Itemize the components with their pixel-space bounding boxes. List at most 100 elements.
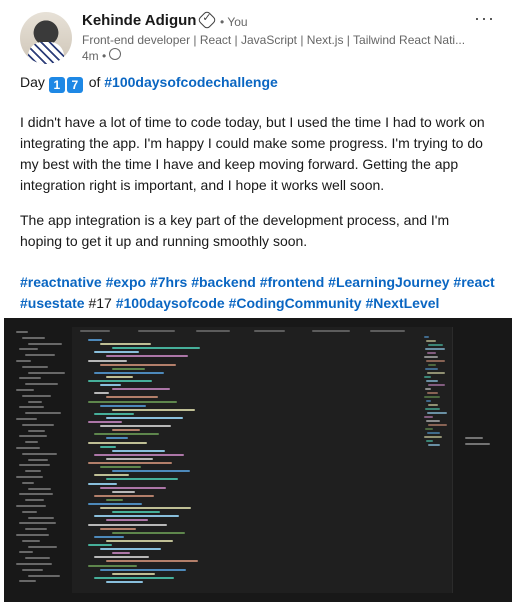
code-line — [16, 534, 49, 536]
code-line — [425, 368, 438, 370]
code-line — [28, 487, 51, 490]
hashtag[interactable]: #100daysofcode — [116, 295, 225, 311]
code-line — [19, 493, 53, 496]
author-name[interactable]: Kehinde Adigun — [82, 12, 196, 29]
code-line — [106, 560, 198, 563]
day-of: of — [88, 74, 101, 90]
globe-icon — [109, 48, 121, 60]
hashtag[interactable]: #frontend — [260, 274, 325, 290]
code-line — [25, 412, 61, 415]
code-line — [424, 416, 433, 418]
code-line — [196, 330, 230, 332]
code-editor-screenshot[interactable] — [4, 318, 512, 602]
code-line — [426, 360, 445, 362]
code-line — [100, 466, 141, 469]
editor-side-panel — [452, 327, 512, 593]
code-line — [94, 474, 129, 477]
code-line — [426, 420, 440, 422]
hashtag-100daysofcodechallenge[interactable]: #100daysofcodechallenge — [104, 74, 278, 90]
code-line — [426, 400, 431, 402]
code-line — [88, 339, 102, 341]
hashtag[interactable]: #NextLevel — [365, 295, 439, 311]
code-line — [428, 384, 445, 386]
code-line — [100, 507, 191, 510]
code-line — [426, 440, 433, 442]
code-line — [427, 412, 447, 414]
code-line — [427, 372, 445, 374]
code-line — [22, 481, 34, 484]
code-line — [106, 580, 143, 583]
code-line — [28, 429, 45, 432]
code-line — [106, 416, 183, 419]
hashtag[interactable]: #7hrs — [150, 274, 187, 290]
code-line — [88, 544, 112, 546]
code-line — [88, 380, 152, 382]
code-line — [22, 510, 37, 513]
author-avatar[interactable] — [20, 12, 72, 64]
code-line — [94, 412, 134, 415]
code-line — [19, 406, 44, 409]
day-line: Day 17 of #100daysofcodechallenge — [20, 72, 278, 93]
editor-status-bar — [4, 593, 512, 602]
hashtag[interactable]: #usestate — [20, 295, 85, 311]
code-line — [106, 375, 133, 378]
code-line — [94, 494, 154, 497]
code-line — [425, 348, 445, 350]
day-prefix: Day — [20, 74, 45, 90]
code-line — [428, 344, 443, 346]
hashtag[interactable]: #LearningJourney — [328, 274, 449, 290]
code-line — [112, 347, 200, 350]
code-line — [19, 580, 36, 583]
code-line — [88, 523, 167, 526]
code-line — [88, 359, 127, 362]
code-line — [106, 396, 158, 399]
code-line — [19, 348, 38, 351]
code-line — [427, 352, 436, 354]
code-line — [424, 376, 431, 378]
code-line — [426, 380, 438, 382]
code-line — [25, 528, 47, 531]
code-line — [25, 441, 38, 444]
code-line — [465, 443, 490, 445]
code-line — [16, 563, 52, 565]
hashtag[interactable]: #backend — [191, 274, 256, 290]
code-line — [16, 447, 40, 449]
plain-tag: #17 — [88, 295, 112, 311]
hashtag[interactable]: #expo — [106, 274, 146, 290]
code-line — [112, 531, 185, 534]
code-line — [16, 418, 37, 420]
code-line — [112, 552, 130, 555]
code-line — [100, 404, 146, 407]
post-paragraph-1: I didn't have a lot of time to code toda… — [20, 114, 485, 193]
code-line — [100, 363, 176, 366]
code-line — [28, 342, 62, 345]
code-line — [80, 330, 110, 332]
code-line — [424, 356, 438, 358]
code-line — [88, 421, 122, 423]
hashtag[interactable]: #reactnative — [20, 274, 102, 290]
code-line — [25, 499, 44, 502]
hashtag[interactable]: #react — [453, 274, 494, 290]
code-line — [19, 522, 56, 525]
code-line — [112, 511, 160, 514]
code-line — [94, 433, 159, 436]
code-line — [22, 568, 43, 571]
code-line — [88, 462, 172, 464]
hashtag[interactable]: #CodingCommunity — [229, 295, 362, 311]
code-line — [25, 383, 58, 386]
code-line — [88, 564, 137, 567]
code-line — [94, 576, 174, 579]
code-line — [94, 535, 124, 538]
post-paragraph-2: The app integration is a key part of the… — [20, 212, 450, 249]
more-options-icon[interactable]: ··· — [474, 8, 495, 29]
code-line — [28, 371, 65, 374]
editor-activity-bar — [4, 327, 12, 602]
code-line — [28, 516, 54, 519]
code-line — [106, 498, 123, 501]
code-line — [100, 527, 136, 530]
code-line — [428, 404, 438, 406]
code-line — [88, 441, 147, 444]
post-card: Kehinde Adigun ✓ • You Front-end develop… — [0, 0, 512, 602]
code-line — [25, 557, 50, 560]
editor-file-explorer — [12, 327, 73, 593]
